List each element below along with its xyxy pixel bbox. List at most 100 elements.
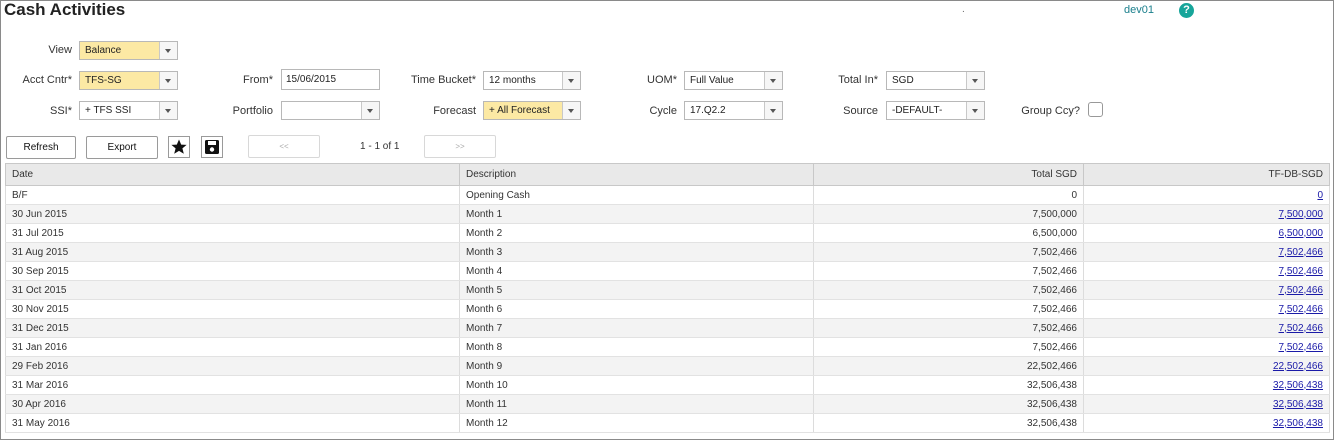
- uom-select[interactable]: Full Value: [684, 71, 783, 90]
- date-cell: 30 Nov 2015: [5, 299, 460, 319]
- tf-db-sgd-link[interactable]: 0: [1317, 190, 1323, 201]
- forecast-label: Forecast: [433, 105, 476, 117]
- description-cell: Month 1: [459, 204, 814, 224]
- chevron-down-icon[interactable]: [966, 102, 984, 119]
- page-title: Cash Activities: [4, 0, 126, 19]
- ssi-label: SSI*: [49, 105, 72, 117]
- source-value: -DEFAULT-: [892, 105, 943, 116]
- table-row: 30 Jun 2015 Month 1 7,500,000 7,500,000: [5, 204, 1330, 224]
- save-button[interactable]: [201, 136, 223, 158]
- cycle-label: Cycle: [649, 105, 677, 117]
- forecast-value: + All Forecast: [489, 105, 550, 116]
- table-row: 30 Nov 2015 Month 6 7,502,466 7,502,466: [5, 299, 1330, 319]
- refresh-button[interactable]: Refresh: [6, 136, 76, 159]
- description-cell: Month 9: [459, 356, 814, 376]
- tf-db-sgd-link[interactable]: 32,506,438: [1273, 399, 1323, 410]
- chevron-down-icon[interactable]: [764, 72, 782, 89]
- table-row: 31 Mar 2016 Month 10 32,506,438 32,506,438: [5, 375, 1330, 395]
- next-page-button[interactable]: >>: [424, 135, 496, 158]
- table-row: 31 Jan 2016 Month 8 7,502,466 7,502,466: [5, 337, 1330, 357]
- portfolio-select[interactable]: [281, 101, 380, 120]
- chevron-down-icon[interactable]: [159, 42, 177, 59]
- column-header-total-sgd[interactable]: Total SGD: [813, 163, 1084, 186]
- table-row: 31 Dec 2015 Month 7 7,502,466 7,502,466: [5, 318, 1330, 338]
- tf-db-sgd-link[interactable]: 32,506,438: [1273, 380, 1323, 391]
- total-sgd-cell: 32,506,438: [813, 375, 1084, 395]
- description-cell: Month 7: [459, 318, 814, 338]
- total-in-label: Total In*: [838, 74, 878, 86]
- description-cell: Month 6: [459, 299, 814, 319]
- table-row: 31 May 2016 Month 12 32,506,438 32,506,438: [5, 413, 1330, 433]
- user-name[interactable]: dev01: [1124, 4, 1154, 16]
- description-cell: Opening Cash: [459, 185, 814, 205]
- description-cell: Month 4: [459, 261, 814, 281]
- view-label: View: [48, 44, 72, 56]
- cycle-value: 17.Q2.2: [690, 105, 726, 116]
- favorite-button[interactable]: [168, 136, 190, 158]
- table-row: 31 Jul 2015 Month 2 6,500,000 6,500,000: [5, 223, 1330, 243]
- uom-value: Full Value: [690, 75, 734, 86]
- date-cell: 30 Sep 2015: [5, 261, 460, 281]
- page-info: 1 - 1 of 1: [360, 141, 400, 152]
- tf-db-sgd-link[interactable]: 22,502,466: [1273, 361, 1323, 372]
- total-sgd-cell: 7,502,466: [813, 337, 1084, 357]
- export-button[interactable]: Export: [86, 136, 158, 159]
- chevron-down-icon[interactable]: [159, 72, 177, 89]
- total-sgd-cell: 7,502,466: [813, 299, 1084, 319]
- table-row: B/F Opening Cash 0 0: [5, 185, 1330, 205]
- cycle-select[interactable]: 17.Q2.2: [684, 101, 783, 120]
- tf-db-sgd-link[interactable]: 7,502,466: [1279, 247, 1324, 258]
- table-row: 30 Sep 2015 Month 4 7,502,466 7,502,466: [5, 261, 1330, 281]
- acct-cntr-label: Acct Cntr*: [22, 74, 72, 86]
- tf-db-sgd-link[interactable]: 6,500,000: [1279, 228, 1324, 239]
- from-label: From*: [243, 74, 273, 86]
- table-row: 30 Apr 2016 Month 11 32,506,438 32,506,438: [5, 394, 1330, 414]
- total-in-select[interactable]: SGD: [886, 71, 985, 90]
- chevron-down-icon[interactable]: [562, 72, 580, 89]
- date-cell: 30 Jun 2015: [5, 204, 460, 224]
- header-dot: .: [962, 4, 965, 15]
- date-cell: B/F: [5, 185, 460, 205]
- chevron-down-icon[interactable]: [361, 102, 379, 119]
- total-sgd-cell: 0: [813, 185, 1084, 205]
- ssi-select[interactable]: + TFS SSI: [79, 101, 178, 120]
- date-cell: 31 Dec 2015: [5, 318, 460, 338]
- prev-page-button[interactable]: <<: [248, 135, 320, 158]
- tf-db-sgd-link[interactable]: 7,502,466: [1279, 304, 1324, 315]
- description-cell: Month 11: [459, 394, 814, 414]
- source-select[interactable]: -DEFAULT-: [886, 101, 985, 120]
- total-sgd-cell: 7,502,466: [813, 242, 1084, 262]
- help-icon[interactable]: ?: [1179, 3, 1194, 18]
- acct-cntr-select[interactable]: TFS-SG: [79, 71, 178, 90]
- date-cell: 30 Apr 2016: [5, 394, 460, 414]
- time-bucket-select[interactable]: 12 months: [483, 71, 581, 90]
- column-header-tf-db-sgd[interactable]: TF-DB-SGD: [1083, 163, 1330, 186]
- chevron-down-icon[interactable]: [966, 72, 984, 89]
- forecast-select[interactable]: + All Forecast: [483, 101, 581, 120]
- table-header-row: Date Description Total SGD TF-DB-SGD: [5, 163, 1330, 186]
- tf-db-sgd-link[interactable]: 7,502,466: [1279, 285, 1324, 296]
- from-date-input[interactable]: 15/06/2015: [281, 69, 380, 90]
- total-sgd-cell: 32,506,438: [813, 413, 1084, 433]
- from-date-value: 15/06/2015: [286, 74, 337, 85]
- column-header-date[interactable]: Date: [5, 163, 460, 186]
- tf-db-sgd-link[interactable]: 7,500,000: [1279, 209, 1324, 220]
- time-bucket-value: 12 months: [489, 75, 536, 86]
- total-in-value: SGD: [892, 75, 914, 86]
- total-sgd-cell: 7,502,466: [813, 280, 1084, 300]
- time-bucket-label: Time Bucket*: [410, 74, 476, 86]
- tf-db-sgd-link[interactable]: 7,502,466: [1279, 266, 1324, 277]
- tf-db-sgd-link[interactable]: 7,502,466: [1279, 342, 1324, 353]
- chevron-down-icon[interactable]: [764, 102, 782, 119]
- floppy-disk-icon: [205, 140, 219, 154]
- group-ccy-label: Group Ccy?: [1021, 105, 1080, 117]
- column-header-description[interactable]: Description: [459, 163, 814, 186]
- chevron-down-icon[interactable]: [562, 102, 580, 119]
- tf-db-sgd-link[interactable]: 7,502,466: [1279, 323, 1324, 334]
- description-cell: Month 8: [459, 337, 814, 357]
- group-ccy-checkbox[interactable]: [1088, 102, 1103, 117]
- chevron-down-icon[interactable]: [159, 102, 177, 119]
- view-select[interactable]: Balance: [79, 41, 178, 60]
- table-row: 31 Oct 2015 Month 5 7,502,466 7,502,466: [5, 280, 1330, 300]
- tf-db-sgd-link[interactable]: 32,506,438: [1273, 418, 1323, 429]
